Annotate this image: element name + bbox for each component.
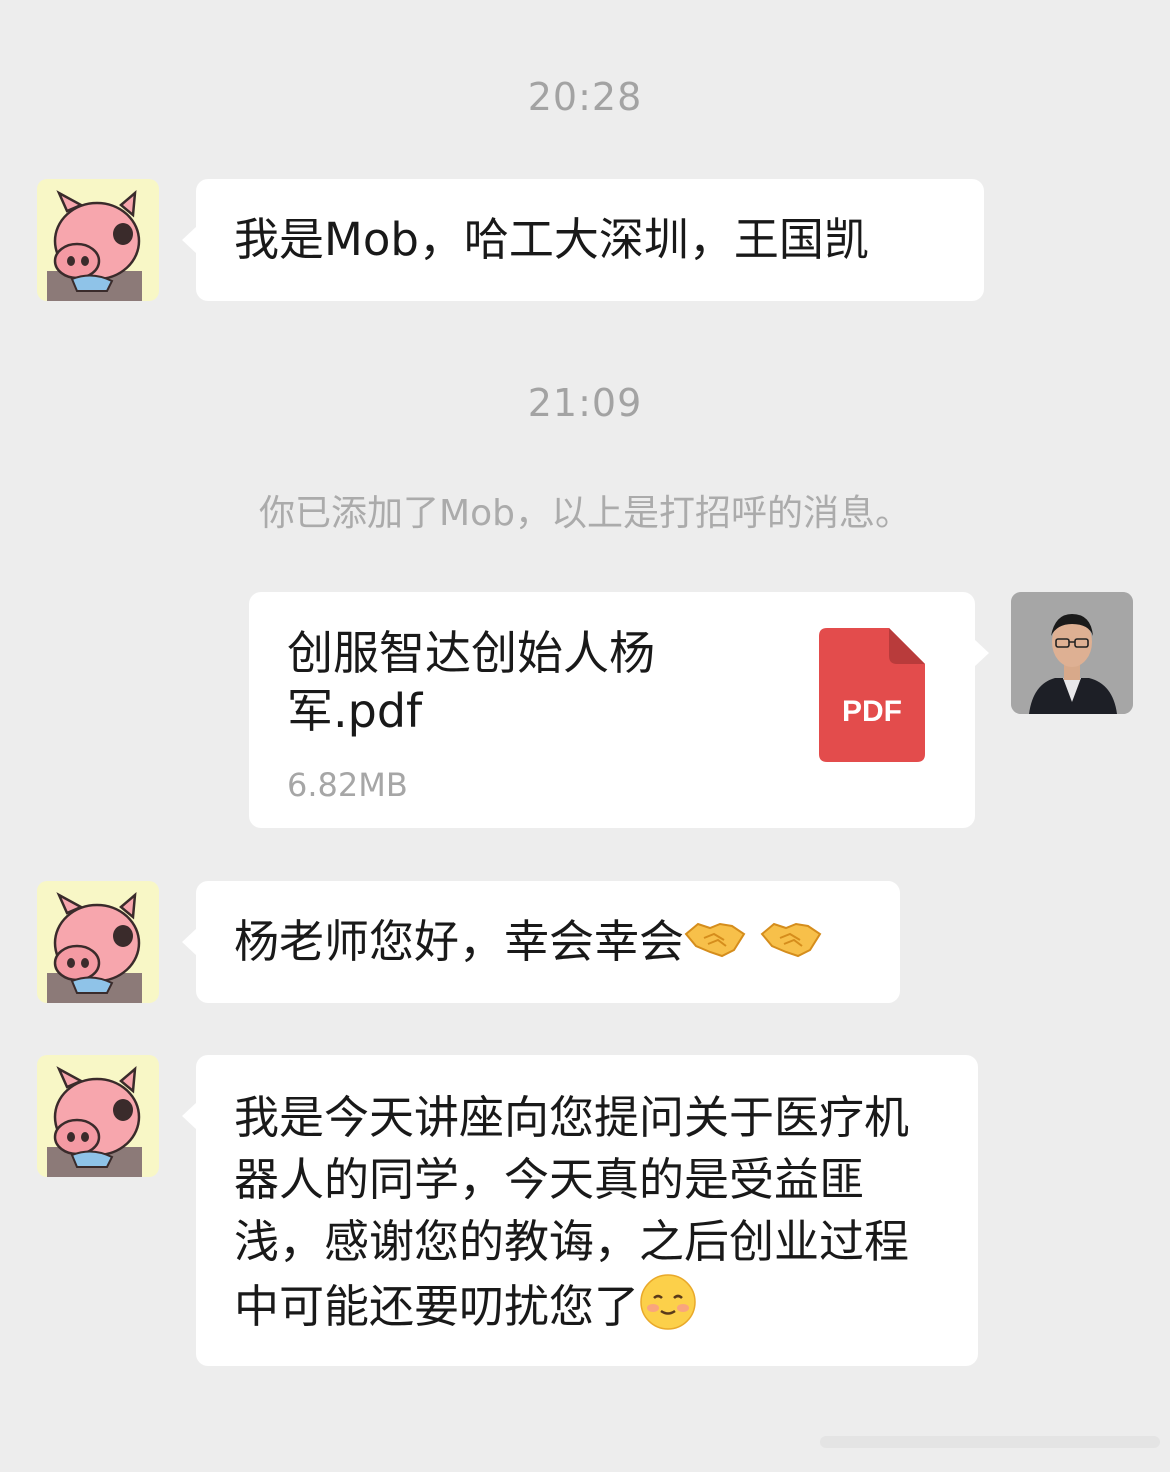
contact-avatar[interactable] bbox=[37, 179, 159, 301]
bubble-tail bbox=[182, 226, 197, 254]
file-message-bubble[interactable]: 创服智达创始人杨军.pdf 6.82MB PDF bbox=[249, 592, 989, 828]
user-avatar[interactable] bbox=[1011, 592, 1133, 714]
message-text: 杨老师您好，幸会幸会 bbox=[234, 915, 685, 968]
message-text: 我是Mob，哈工大深圳，王国凯 bbox=[234, 213, 869, 266]
pdf-file-icon: PDF bbox=[819, 628, 925, 762]
file-name: 创服智达创始人杨军.pdf bbox=[287, 626, 655, 738]
bubble-tail bbox=[974, 639, 989, 667]
watermark bbox=[820, 1428, 1160, 1456]
message-bubble[interactable]: 杨老师您好，幸会幸会 bbox=[182, 881, 900, 1003]
contact-avatar[interactable] bbox=[37, 1055, 159, 1177]
contact-avatar[interactable] bbox=[37, 881, 159, 1003]
message-text: 我是今天讲座向您提问关于医疗机器人的同学，今天真的是受益匪浅，感谢您的教诲，之后… bbox=[234, 1091, 910, 1333]
handshake-emoji-icon bbox=[684, 914, 822, 976]
message-bubble[interactable]: 我是Mob，哈工大深圳，王国凯 bbox=[182, 179, 984, 301]
timestamp: 20:28 bbox=[527, 75, 643, 119]
bubble-tail bbox=[182, 1102, 197, 1130]
blushing-smile-emoji-icon bbox=[639, 1273, 697, 1347]
pdf-icon-label: PDF bbox=[842, 695, 902, 728]
file-size: 6.82MB bbox=[287, 766, 408, 804]
system-notice: 你已添加了Mob，以上是打招呼的消息。 bbox=[259, 493, 911, 534]
timestamp: 21:09 bbox=[527, 381, 643, 425]
bubble-tail bbox=[182, 928, 197, 956]
message-bubble[interactable]: 我是今天讲座向您提问关于医疗机器人的同学，今天真的是受益匪浅，感谢您的教诲，之后… bbox=[182, 1055, 978, 1366]
